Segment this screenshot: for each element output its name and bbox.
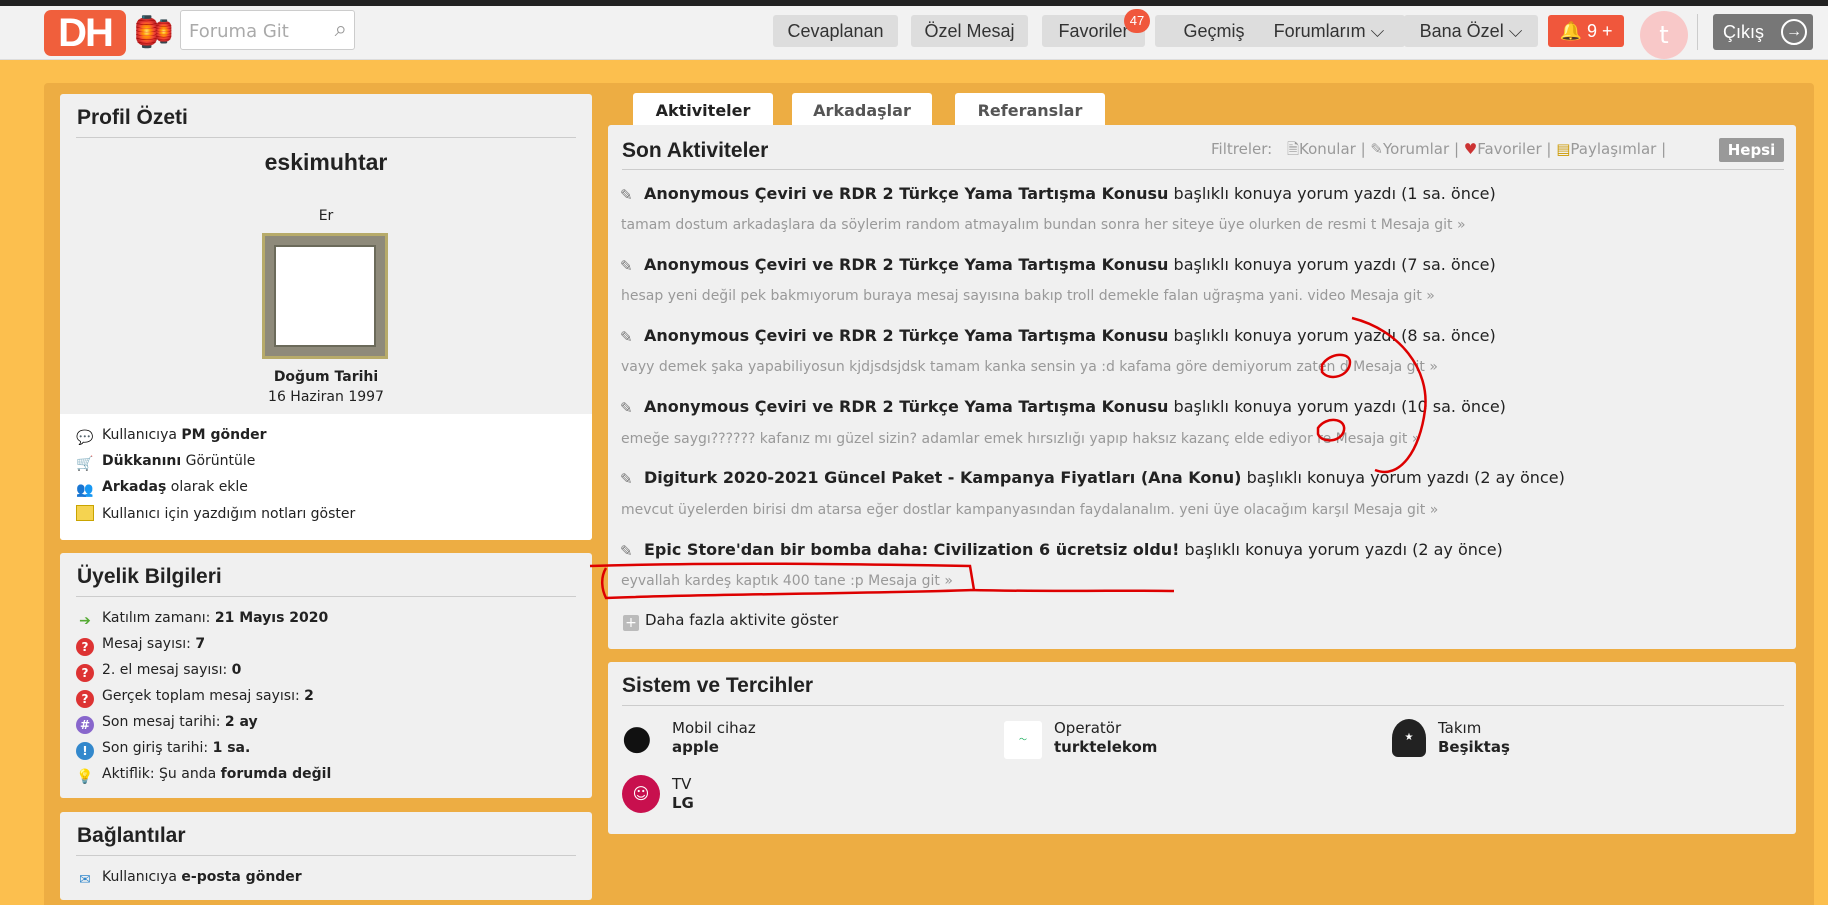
- red-underline-annotation: [589, 562, 1175, 600]
- red-circle-annotation: [1316, 418, 1346, 442]
- red-annotation-overlay: [589, 316, 1427, 600]
- red-circle-annotation: [1320, 353, 1352, 379]
- red-curve-annotation: [1351, 316, 1427, 474]
